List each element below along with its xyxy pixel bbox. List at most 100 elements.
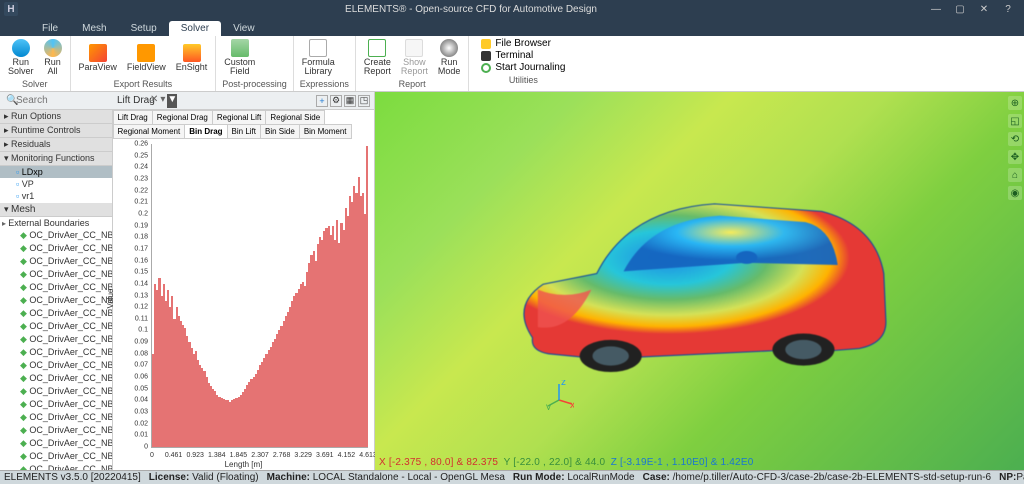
model-tree[interactable]: ▸ Run Options▸ Runtime Controls▸ Residua… [0,92,113,470]
tree-boundary-item[interactable]: OC_DrivAer_CC_NB_1 [0,333,112,346]
tree-boundary-item[interactable]: OC_DrivAer_CC_NB_1 [0,437,112,450]
tree-section[interactable]: ▸ Run Options [0,110,112,124]
svg-text:x: x [570,400,574,410]
main-area: ▸ Run Options▸ Runtime Controls▸ Residua… [0,92,1024,470]
svg-text:y: y [546,402,551,410]
show-report-button[interactable]: Show Report [399,38,430,77]
ribbon-group-label: Export Results [77,79,210,91]
folder-icon [481,39,491,49]
run-all-icon [44,39,62,57]
plot-add-button[interactable]: + [316,95,328,107]
plot-tab[interactable]: Bin Drag [184,124,227,139]
plot-tab[interactable]: Lift Drag [113,110,153,125]
tree-boundary-item[interactable]: OC_DrivAer_CC_NB_1 [0,281,112,294]
menu-tab-solver[interactable]: Solver [169,21,221,36]
close-button[interactable]: ✕ [972,4,996,15]
tree-boundary-item[interactable]: OC_DrivAer_CC_NB_1 [0,385,112,398]
ribbon-group-label: Solver [6,79,64,91]
plot-popout-button[interactable]: ◳ [358,95,370,107]
tree-boundary-item[interactable]: OC_DrivAer_CC_NB_1 [0,320,112,333]
menu-tab-mesh[interactable]: Mesh [70,21,118,36]
formula-library-button[interactable]: Formula Library [300,38,337,77]
plot-tab[interactable]: Regional Drag [152,110,213,125]
ribbon-group-label: Report [362,79,463,91]
ribbon-group-label: Expressions [300,79,349,91]
plot-tab[interactable]: Bin Moment [299,124,352,139]
tree-section[interactable]: ▸ Residuals [0,138,112,152]
fieldview-button[interactable]: FieldView [125,43,168,73]
run-mode-button[interactable]: Run Mode [436,38,463,77]
maximize-button[interactable]: ▢ [948,4,972,15]
paraview-button[interactable]: ParaView [77,43,119,73]
tree-boundary-item[interactable]: OC_DrivAer_CC_NB_1 [0,424,112,437]
tree-boundary-item[interactable]: OC_DrivAer_CC_NB_1 [0,463,112,470]
3d-viewport[interactable]: xyz ⊕ ◱ ⟲ ✥ ⌂ ◉ X [-2.375 , 80.0] & 82.3… [375,92,1024,470]
menu-tab-view[interactable]: View [221,21,267,36]
tree-boundary-item[interactable]: OC_DrivAer_CC_NB_1 [0,268,112,281]
dropdown-search-button[interactable]: ▾ [160,94,165,108]
filter-button[interactable]: ▼ [167,94,177,108]
menu-tab-setup[interactable]: Setup [119,21,169,36]
record-icon [481,63,491,73]
tree-boundary-item[interactable]: OC_DrivAer_CC_NB_1 [0,346,112,359]
tree-boundary-item[interactable]: OC_DrivAer_CC_NB_1 [0,294,112,307]
tree-boundary-item[interactable]: OC_DrivAer_CC_NB_1 [0,229,112,242]
app-title: ELEMENTS® - Open-source CFD for Automoti… [18,4,924,15]
paraview-icon [89,44,107,62]
tree-item[interactable]: VP [0,178,112,190]
pan-button[interactable]: ✥ [1008,150,1022,164]
show-report-icon [405,39,423,57]
tree-boundary-item[interactable]: OC_DrivAer_CC_NB_1 [0,242,112,255]
chart-ylabel: Value [106,289,115,309]
ribbon-group-post: Custom Field Post-processing [216,36,294,91]
rotate-button[interactable]: ⟲ [1008,132,1022,146]
custom-field-icon [231,39,249,57]
tree-section[interactable]: ▾ Monitoring Functions [0,152,112,166]
zoom-fit-button[interactable]: ⊕ [1008,96,1022,110]
menu-tab-file[interactable]: File [30,21,70,36]
chart-area[interactable]: Value Length [m] 00.010.020.030.040.050.… [113,138,374,470]
plot-tab[interactable]: Bin Side [260,124,300,139]
plot-tab[interactable]: Regional Moment [113,124,186,139]
plot-tab[interactable]: Bin Lift [227,124,261,139]
tree-section[interactable]: ▸ Runtime Controls [0,124,112,138]
plot-tabs: Lift DragRegional DragRegional LiftRegio… [113,110,374,138]
file-browser-button[interactable]: File Browser [481,38,565,49]
plot-panel: Lift Drag + ⚙ ▦ ◳ Lift DragRegional Drag… [113,92,375,470]
ensight-button[interactable]: EnSight [174,43,210,73]
minimize-button[interactable]: — [924,4,948,15]
plot-tab[interactable]: Regional Side [265,110,325,125]
tree-boundary-item[interactable]: OC_DrivAer_CC_NB_1 [0,359,112,372]
tree-boundary-item[interactable]: OC_DrivAer_CC_NB_1 [0,307,112,320]
snapshot-button[interactable]: ◉ [1008,186,1022,200]
start-journaling-button[interactable]: Start Journaling [481,62,565,73]
ribbon-group-expressions: Formula Library Expressions [294,36,356,91]
plot-settings-button[interactable]: ⚙ [330,95,342,107]
svg-text:z: z [561,380,566,388]
clear-search-button[interactable]: ✕ [150,94,158,108]
plot-tab[interactable]: Regional Lift [212,110,266,125]
tree-section-mesh[interactable]: ▾ Mesh [0,203,112,217]
tree-boundary-item[interactable]: OC_DrivAer_CC_NB_1 [0,411,112,424]
custom-field-button[interactable]: Custom Field [222,38,257,77]
status-bar: ELEMENTS v3.5.0 [20220415] License: Vali… [0,470,1024,484]
tree-node-external-boundaries[interactable]: External Boundaries [0,217,112,229]
tree-item[interactable]: vr1 [0,190,112,202]
help-button[interactable]: ? [996,4,1020,15]
run-solver-button[interactable]: Run Solver [6,38,36,77]
view-cube-button[interactable]: ◱ [1008,114,1022,128]
status-version: ELEMENTS v3.5.0 [20220415] [4,472,141,483]
tree-boundary-item[interactable]: OC_DrivAer_CC_NB_1 [0,450,112,463]
tree-boundary-item[interactable]: OC_DrivAer_CC_NB_1 [0,398,112,411]
reset-view-button[interactable]: ⌂ [1008,168,1022,182]
run-solver-icon [12,39,30,57]
run-all-button[interactable]: Run All [42,38,64,77]
terminal-button[interactable]: Terminal [481,50,565,61]
search-input[interactable] [2,94,148,108]
tree-item[interactable]: LDxp [0,166,112,178]
create-report-button[interactable]: Create Report [362,38,393,77]
tree-boundary-item[interactable]: OC_DrivAer_CC_NB_1 [0,255,112,268]
tree-boundary-item[interactable]: OC_DrivAer_CC_NB_1 [0,372,112,385]
chart-xlabel: Length [m] [225,460,263,469]
plot-layout-button[interactable]: ▦ [344,95,356,107]
